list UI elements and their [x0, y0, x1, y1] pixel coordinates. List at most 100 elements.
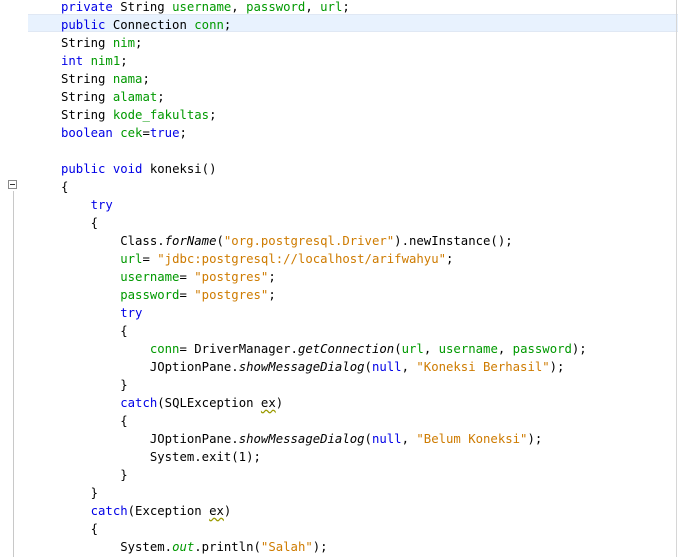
code-line[interactable]: username= "postgres"; [61, 268, 276, 286]
code-token: "jdbc:postgresql://localhost/arifwahyu" [157, 252, 446, 266]
code-token: { [61, 414, 128, 428]
code-token: ); [312, 540, 328, 554]
code-token: public [61, 18, 106, 32]
code-line[interactable]: public Connection conn; [61, 16, 231, 34]
code-token: boolean [61, 126, 113, 140]
code-token: = [142, 252, 158, 266]
code-token: ; [268, 270, 276, 284]
code-token: String [61, 108, 113, 122]
code-line[interactable]: String nim; [61, 34, 142, 52]
code-token: url [120, 252, 143, 266]
code-line[interactable]: conn= DriverManager.getConnection(url, u… [61, 340, 587, 358]
code-line[interactable]: JOptionPane.showMessageDialog(null, "Bel… [61, 430, 542, 448]
code-token: ; [268, 288, 276, 302]
code-token: (SQLException [157, 396, 261, 410]
code-token: private [61, 0, 113, 14]
code-token: ( [364, 432, 372, 446]
code-token: System. [61, 540, 173, 554]
code-token: nim1 [90, 54, 121, 68]
code-token: url [401, 342, 424, 356]
code-line[interactable]: } [61, 376, 128, 394]
code-token: forName [164, 234, 217, 248]
code-editor[interactable]: private String username, password, url; p… [0, 0, 678, 557]
code-token: showMessageDialog [238, 360, 365, 374]
code-token: ); [571, 342, 587, 356]
code-token: { [61, 522, 99, 536]
code-line[interactable]: private String username, password, url; [61, 0, 350, 16]
fold-collapse-icon[interactable] [8, 180, 17, 189]
code-token: "Salah" [260, 540, 313, 554]
code-line[interactable]: } [61, 466, 127, 484]
code-line[interactable]: System.exit(1); [61, 448, 261, 466]
code-token: ; [179, 126, 187, 140]
code-token: null [371, 432, 402, 446]
code-token: catch [120, 396, 158, 410]
code-token: "postgres" [194, 288, 269, 302]
code-token: "Koneksi Berhasil" [416, 360, 550, 374]
code-token: null [371, 360, 402, 374]
code-line[interactable]: url= "jdbc:postgresql://localhost/arifwa… [61, 250, 453, 268]
code-token: catch [90, 504, 128, 518]
code-token: ; [209, 108, 217, 122]
code-token: , [305, 0, 321, 14]
code-line[interactable]: catch(SQLException ex) [61, 394, 283, 412]
code-line[interactable]: { [61, 412, 128, 430]
code-token: ( [364, 360, 372, 374]
code-token: ; [342, 0, 350, 14]
code-token: ; [135, 36, 143, 50]
code-token: try [120, 306, 143, 320]
code-token: , [423, 342, 439, 356]
code-token: "Belum Koneksi" [416, 432, 528, 446]
code-token: "postgres" [194, 270, 269, 284]
code-line[interactable]: String kode_fakultas; [61, 106, 216, 124]
code-line[interactable]: { [61, 520, 98, 538]
code-line[interactable]: int nim1; [61, 52, 128, 70]
code-line[interactable]: String alamat; [61, 88, 165, 106]
code-token: ; [142, 72, 150, 86]
code-token: nim [112, 36, 136, 50]
code-token: = [179, 270, 195, 284]
code-line[interactable]: boolean cek=true; [61, 124, 187, 142]
code-token: ).newInstance(); [394, 234, 513, 248]
code-line[interactable]: password= "postgres"; [61, 286, 276, 304]
code-token: void [112, 162, 143, 176]
code-token: , [231, 0, 247, 14]
code-token: ); [549, 360, 565, 374]
code-token: password [120, 288, 180, 302]
code-line[interactable]: public void koneksi() [61, 160, 217, 178]
code-line[interactable]: System.out.println("Salah"); [61, 538, 328, 556]
code-token: ( [394, 342, 402, 356]
code-token: koneksi() [142, 162, 217, 176]
code-line[interactable]: catch(Exception ex) [61, 502, 232, 520]
code-line[interactable]: String nama; [61, 70, 150, 88]
code-line[interactable]: Class.forName("org.postgresql.Driver").n… [61, 232, 513, 250]
code-token: String [112, 0, 173, 14]
code-token: username [438, 342, 498, 356]
code-token: username [120, 270, 180, 284]
code-token: String [61, 36, 113, 50]
code-line[interactable]: { [61, 178, 68, 196]
code-token: } [61, 378, 128, 392]
code-line[interactable]: { [61, 214, 98, 232]
code-token: public [61, 162, 106, 176]
code-token: String [61, 90, 113, 104]
code-line[interactable]: } [61, 484, 98, 502]
right-margin-line [676, 0, 677, 557]
code-token: conn [194, 18, 224, 32]
code-line[interactable]: JOptionPane.showMessageDialog(null, "Kon… [61, 358, 565, 376]
code-line[interactable]: try [61, 196, 113, 214]
code-token: { [61, 324, 128, 338]
code-token: getConnection [297, 342, 395, 356]
code-line[interactable]: { [61, 322, 128, 340]
code-token: ex [260, 396, 276, 410]
code-token: = [142, 126, 150, 140]
code-line[interactable]: try [61, 304, 142, 322]
code-token: ; [120, 54, 128, 68]
